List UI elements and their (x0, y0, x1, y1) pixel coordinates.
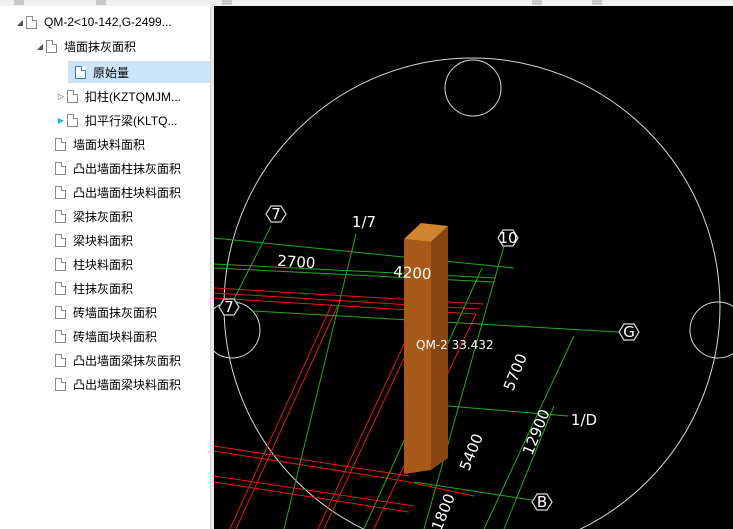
tree-node-label: 扣平行梁(KLTQ... (85, 113, 178, 128)
tree-node-label: 柱块料面积 (73, 257, 134, 272)
document-icon (75, 65, 86, 79)
tree-node-label: 原始量 (93, 65, 130, 80)
tree-node-wall-tile-area[interactable]: 墙面块料面积 (55, 133, 145, 155)
document-icon (55, 377, 66, 391)
axis-label-10: 10 (498, 229, 517, 247)
tree-node-label: 柱抹灰面积 (73, 281, 134, 296)
expand-triangle-icon[interactable]: ◢ (34, 35, 46, 57)
document-icon (67, 113, 78, 127)
tree-node-beam-tile[interactable]: 梁块料面积 (55, 229, 133, 251)
tree-node-protruding-column-plaster[interactable]: 凸出墙面柱抹灰面积 (55, 157, 181, 179)
dimension-12900: 12900 (519, 407, 554, 458)
tree-node-label: 凸出墙面柱抹灰面积 (73, 161, 182, 176)
tree-node-brick-wall-plaster[interactable]: 砖墙面抹灰面积 (55, 301, 157, 323)
document-icon (55, 353, 66, 367)
tree-node-label: 梁块料面积 (73, 233, 134, 248)
document-icon (46, 39, 57, 53)
tree-node-label: 扣柱(KZTQMJM... (85, 89, 181, 104)
cad-drawing[interactable]: 7 1/7 10 7 G 1/D B 2700 4200 5700 12900 … (214, 6, 733, 529)
tree-node-column-tile[interactable]: 柱块料面积 (55, 253, 133, 275)
axis-label-1-D: 1/D (571, 411, 597, 429)
axis-label-G: G (623, 323, 635, 341)
document-icon (55, 161, 66, 175)
document-icon (26, 15, 37, 29)
tree-node-protruding-beam-plaster[interactable]: 凸出墙面梁抹灰面积 (55, 349, 181, 371)
tree-node-label: 凸出墙面梁块料面积 (73, 377, 182, 392)
wall-quantity-label: QM-2 33.432 (416, 338, 494, 352)
tree-node-wall-plaster-area[interactable]: ◢ 墙面抹灰面积 (34, 35, 136, 57)
axis-label-7-top: 7 (271, 205, 281, 223)
collapse-triangle-icon[interactable]: ▶ (55, 109, 67, 131)
axis-label-B: B (537, 493, 547, 511)
document-icon (67, 89, 78, 103)
document-icon (55, 329, 66, 343)
collapse-triangle-icon[interactable]: ▷ (55, 85, 67, 107)
tree-node-beam-plaster[interactable]: 梁抹灰面积 (55, 205, 133, 227)
document-icon (55, 281, 66, 295)
dimension-1800: 1800 (428, 491, 459, 529)
tree-node-root[interactable]: ◢ QM-2<10-142,G-2499... (14, 11, 172, 33)
tree-node-protruding-column-tile[interactable]: 凸出墙面柱块料面积 (55, 181, 181, 203)
tree-node-label: 砖墙面抹灰面积 (73, 305, 158, 320)
toolbar-icon[interactable] (96, 0, 106, 5)
document-icon (55, 257, 66, 271)
tree-node-label: 墙面抹灰面积 (64, 39, 137, 54)
toolbar-icon[interactable] (592, 0, 602, 5)
dimension-4200: 4200 (393, 263, 432, 284)
dimension-5700: 5700 (500, 351, 531, 393)
tree-node-deduct-parallel-beam[interactable]: ▶ 扣平行梁(KLTQ... (55, 109, 177, 131)
axis-label-7-left: 7 (224, 298, 234, 316)
toolbar-icon[interactable] (532, 0, 542, 5)
tree-node-original-quantity[interactable]: 原始量 (68, 61, 210, 83)
dimension-2700: 2700 (277, 252, 316, 273)
document-icon (55, 137, 66, 151)
document-icon (55, 305, 66, 319)
tree-node-brick-wall-tile[interactable]: 砖墙面块料面积 (55, 325, 157, 347)
tree-node-deduct-column[interactable]: ▷ 扣柱(KZTQMJM... (55, 85, 181, 107)
tree-node-label: 墙面块料面积 (73, 137, 146, 152)
tree-node-label: 凸出墙面梁抹灰面积 (73, 353, 182, 368)
document-icon (55, 209, 66, 223)
tree-node-label: 凸出墙面柱块料面积 (73, 185, 182, 200)
tree-node-column-plaster[interactable]: 柱抹灰面积 (55, 277, 133, 299)
tree-node-protruding-beam-tile[interactable]: 凸出墙面梁块料面积 (55, 373, 181, 395)
document-icon (55, 185, 66, 199)
view-handle-circle[interactable] (444, 59, 502, 117)
calculation-tree: ◢ QM-2<10-142,G-2499... ◢ 墙面抹灰面积 原始量 ▷ 扣… (0, 6, 210, 529)
document-icon (55, 233, 66, 247)
tree-node-label: 梁抹灰面积 (73, 209, 134, 224)
toolbar-icon[interactable] (14, 0, 24, 5)
expand-triangle-icon[interactable]: ◢ (14, 11, 26, 33)
tree-node-label: 砖墙面块料面积 (73, 329, 158, 344)
cad-viewport[interactable]: 7 1/7 10 7 G 1/D B 2700 4200 5700 12900 … (214, 6, 733, 529)
axis-label-1-7: 1/7 (352, 213, 376, 231)
dimension-5400: 5400 (456, 431, 487, 473)
view-handle-circle[interactable] (689, 301, 733, 359)
toolbar-icon[interactable] (222, 0, 232, 5)
tree-node-label: QM-2<10-142,G-2499... (44, 15, 172, 29)
